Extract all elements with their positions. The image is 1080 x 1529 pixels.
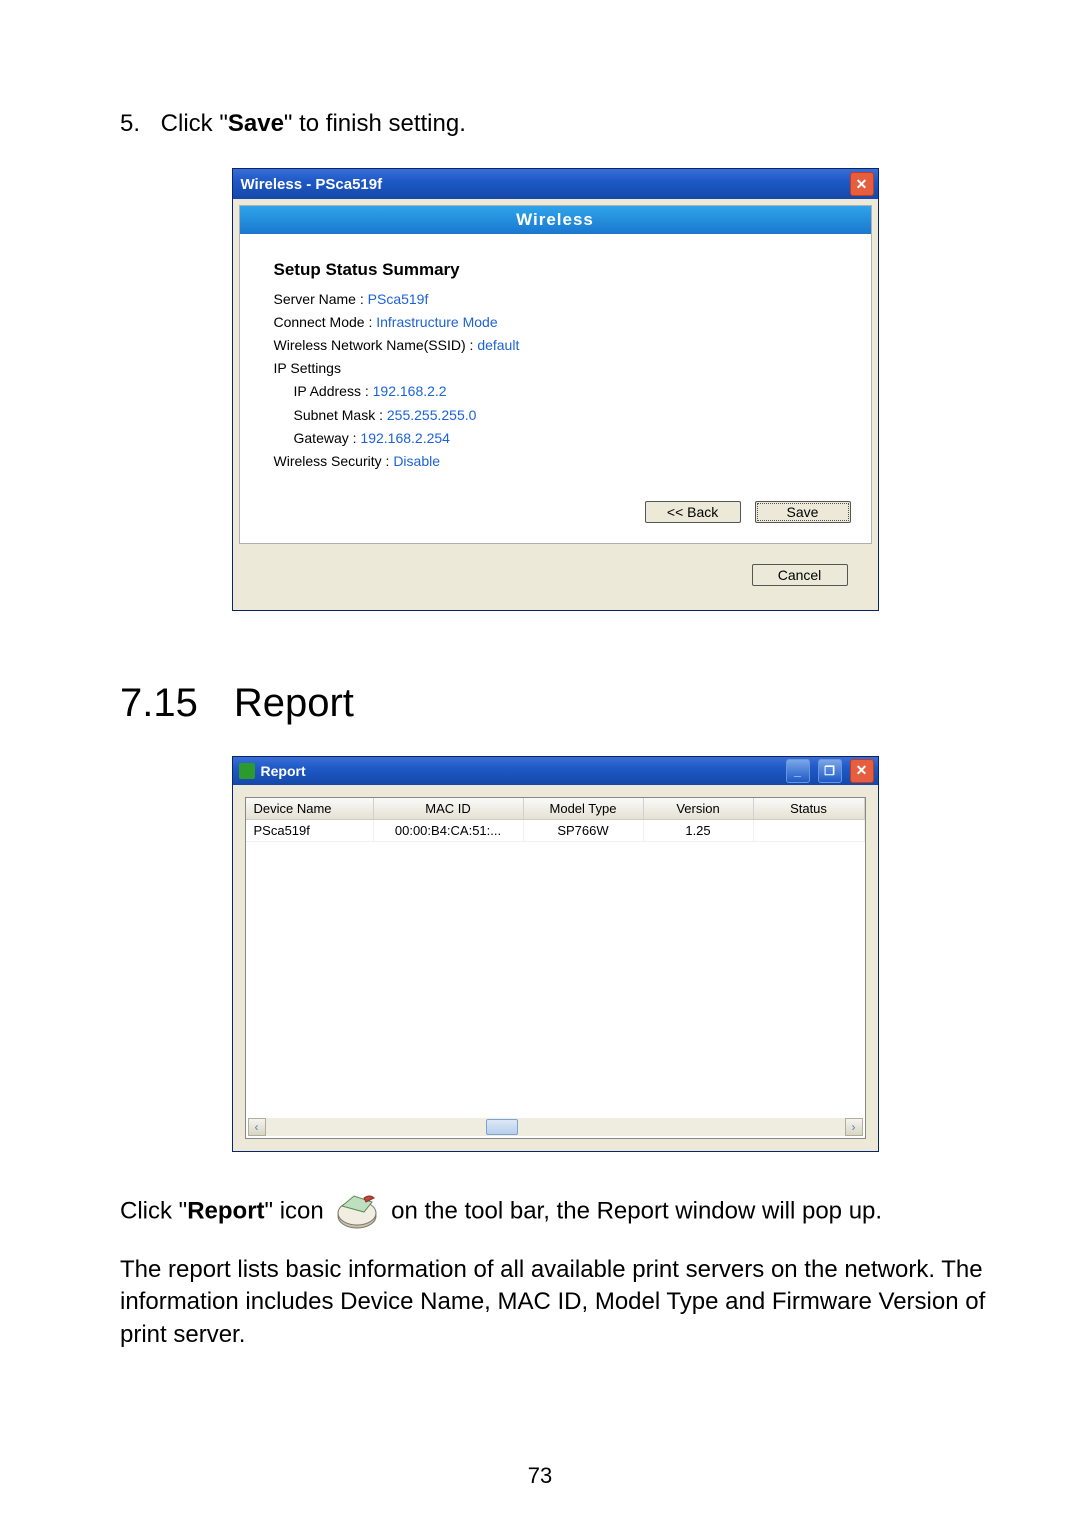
- wireless-title-text: Wireless - PSca519f: [241, 176, 850, 193]
- scroll-thumb[interactable]: [486, 1119, 518, 1135]
- report-icon-paragraph: Click "Report" icon on the tool bar, the…: [120, 1192, 990, 1232]
- cancel-button[interactable]: Cancel: [752, 564, 848, 586]
- instruction-bold: Save: [228, 110, 284, 137]
- report-title-text: Report: [261, 763, 306, 779]
- instruction-prefix: Click ": [161, 110, 228, 137]
- row-connect-mode: Connect Mode : Infrastructure Mode: [274, 311, 837, 334]
- wireless-button-row: << Back Save: [240, 483, 871, 523]
- maximize-icon[interactable]: ❐: [818, 759, 842, 783]
- cell-device-name: PSca519f: [246, 820, 374, 842]
- cell-version: 1.25: [644, 820, 754, 842]
- scroll-track[interactable]: [266, 1118, 845, 1136]
- cancel-row: Cancel: [239, 544, 872, 604]
- section-title: Report: [234, 681, 354, 725]
- row-security: Wireless Security : Disable: [274, 450, 837, 473]
- report-list: Device Name MAC ID Model Type Version St…: [245, 797, 866, 1139]
- wireless-dialog: Wireless - PSca519f ✕ Wireless Setup Sta…: [232, 168, 879, 611]
- instruction-suffix: " to finish setting.: [284, 110, 466, 137]
- report-titlebar[interactable]: Report _ ❐ ✕: [233, 757, 878, 785]
- report-window: Report _ ❐ ✕ Device Name MAC ID Model Ty…: [232, 756, 879, 1152]
- cell-mac-id: 00:00:B4:CA:51:...: [374, 820, 524, 842]
- cell-status: [754, 820, 865, 842]
- section-number: 7.15: [120, 681, 198, 725]
- wireless-panel-header: Wireless: [240, 206, 871, 234]
- row-subnet: Subnet Mask : 255.255.255.0: [294, 404, 837, 427]
- section-heading: 7.15 Report: [120, 681, 990, 726]
- report-list-header: Device Name MAC ID Model Type Version St…: [246, 798, 865, 820]
- para1-bold: Report: [187, 1197, 264, 1224]
- report-description-paragraph: The report lists basic information of al…: [120, 1254, 990, 1351]
- close-icon[interactable]: ✕: [850, 172, 874, 196]
- minimize-icon[interactable]: _: [786, 759, 810, 783]
- col-device-name[interactable]: Device Name: [246, 798, 374, 819]
- horizontal-scrollbar[interactable]: ‹ ›: [248, 1118, 863, 1136]
- summary-title: Setup Status Summary: [274, 256, 837, 284]
- scroll-right-icon[interactable]: ›: [845, 1118, 863, 1136]
- report-toolbar-icon: [334, 1192, 380, 1232]
- row-ip-settings: IP Settings: [274, 357, 837, 380]
- para1-p3: on the tool bar, the Report window will …: [391, 1197, 882, 1224]
- col-version[interactable]: Version: [644, 798, 754, 819]
- para1-p1: Click ": [120, 1197, 187, 1224]
- close-icon[interactable]: ✕: [850, 759, 874, 783]
- instruction-line: 5. Click "Save" to finish setting.: [120, 110, 990, 138]
- col-mac-id[interactable]: MAC ID: [374, 798, 524, 819]
- col-status[interactable]: Status: [754, 798, 865, 819]
- scroll-left-icon[interactable]: ‹: [248, 1118, 266, 1136]
- col-model-type[interactable]: Model Type: [524, 798, 644, 819]
- instruction-number: 5.: [120, 110, 154, 138]
- table-row[interactable]: PSca519f 00:00:B4:CA:51:... SP766W 1.25: [246, 820, 865, 842]
- para1-p2: " icon: [265, 1197, 324, 1224]
- wireless-titlebar[interactable]: Wireless - PSca519f ✕: [233, 169, 878, 199]
- report-body: Device Name MAC ID Model Type Version St…: [233, 785, 878, 1151]
- wireless-body: Wireless Setup Status Summary Server Nam…: [233, 199, 878, 610]
- report-title-icon: [239, 763, 255, 779]
- page-number: 73: [0, 1463, 1080, 1489]
- row-ssid: Wireless Network Name(SSID) : default: [274, 334, 837, 357]
- row-ip-address: IP Address : 192.168.2.2: [294, 380, 837, 403]
- cell-model-type: SP766W: [524, 820, 644, 842]
- save-button[interactable]: Save: [755, 501, 851, 523]
- wireless-panel: Wireless Setup Status Summary Server Nam…: [239, 205, 872, 544]
- back-button[interactable]: << Back: [645, 501, 741, 523]
- summary-block: Setup Status Summary Server Name : PSca5…: [240, 234, 871, 483]
- row-gateway: Gateway : 192.168.2.254: [294, 427, 837, 450]
- row-server-name: Server Name : PSca519f: [274, 288, 837, 311]
- close-glyph: ✕: [856, 176, 868, 193]
